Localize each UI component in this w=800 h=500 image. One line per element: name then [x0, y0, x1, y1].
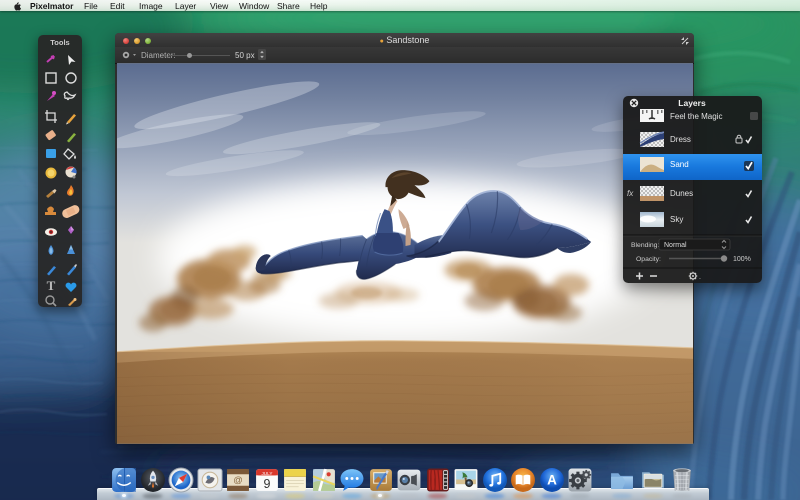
svg-text:Opacity:: Opacity:: [636, 256, 661, 263]
svg-text:9: 9: [264, 477, 271, 491]
svg-text:Blending:: Blending:: [631, 242, 659, 249]
svg-text:A: A: [547, 473, 557, 488]
svg-text:Sand: Sand: [670, 160, 689, 169]
svg-text:Normal: Normal: [664, 242, 687, 249]
svg-text:Feel the Magic: Feel the Magic: [670, 112, 722, 121]
svg-text:T: T: [47, 278, 56, 293]
svg-text:fx: fx: [627, 189, 634, 198]
svg-text:Sky: Sky: [670, 215, 683, 224]
svg-text:@: @: [233, 475, 243, 485]
svg-text:JULY: JULY: [261, 471, 272, 476]
svg-text:100%: 100%: [733, 256, 751, 263]
svg-text:Layers: Layers: [678, 98, 706, 108]
svg-text:Dress: Dress: [670, 135, 691, 144]
svg-text:.: .: [699, 274, 701, 281]
svg-text:Dunes: Dunes: [670, 189, 693, 198]
